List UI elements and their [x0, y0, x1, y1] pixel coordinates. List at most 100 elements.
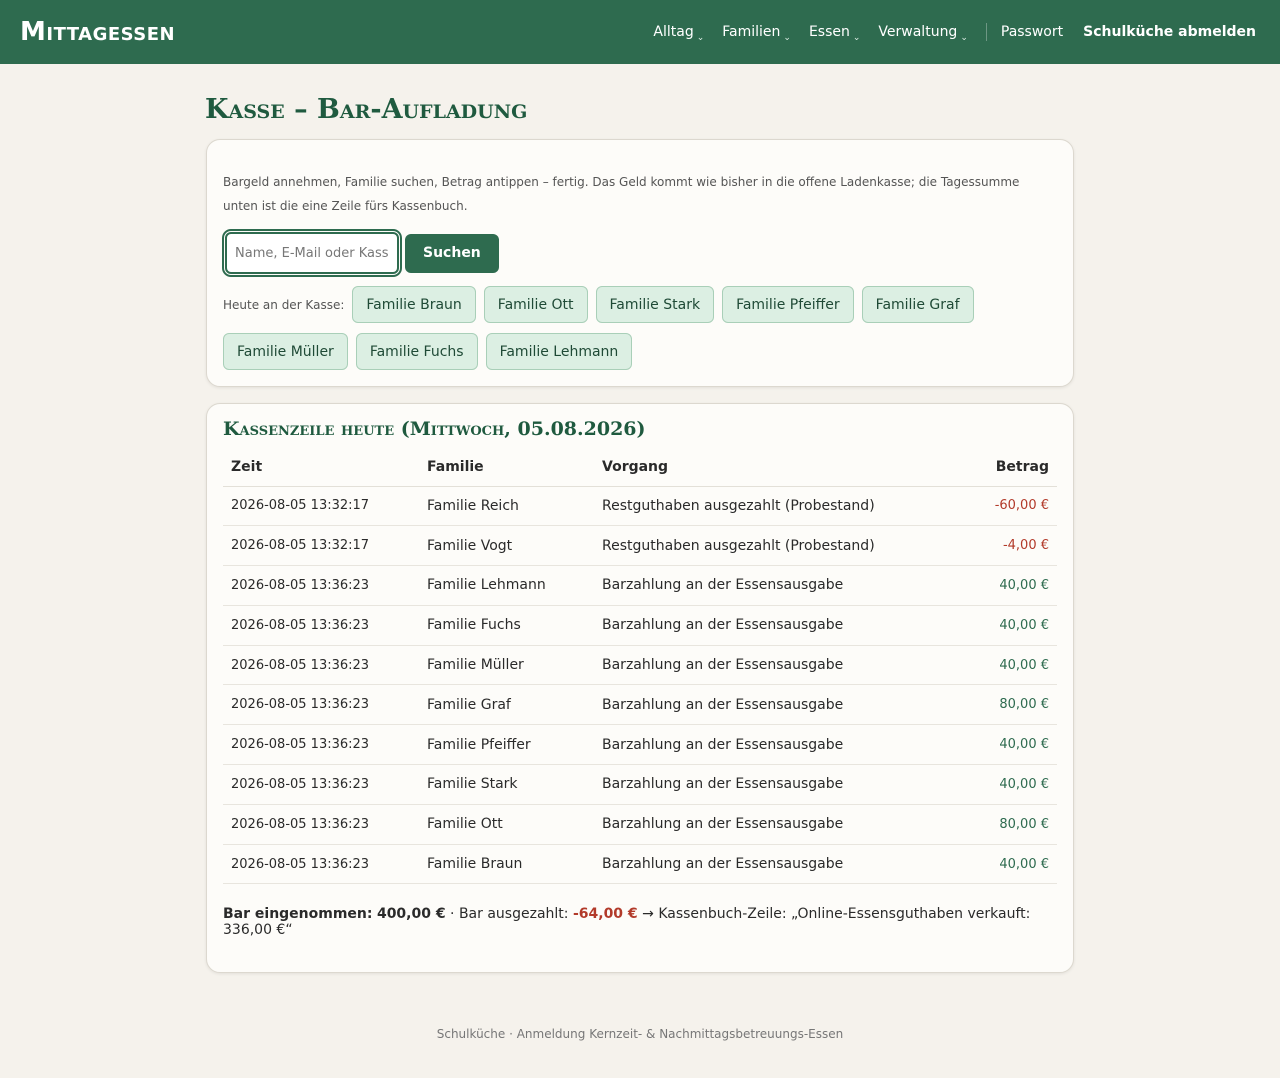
cell-amount: 40,00 € [937, 605, 1057, 646]
cell-time: 2026-08-05 13:36:23 [223, 764, 419, 805]
cell-action: Barzahlung an der Essensausgabe [594, 724, 937, 766]
cell-family: Familie Graf [419, 684, 594, 726]
chevron-down-icon: ⌄ [852, 33, 861, 43]
cell-time: 2026-08-05 13:36:23 [223, 605, 419, 646]
family-chip[interactable]: Familie Stark [595, 286, 715, 323]
family-chip[interactable]: Familie Pfeiffer [722, 286, 854, 323]
cell-family: Familie Braun [419, 844, 594, 885]
cell-action: Barzahlung an der Essensausgabe [594, 764, 937, 805]
table-row: 2026-08-05 13:36:23 Familie Graf Barzahl… [223, 684, 1057, 726]
col-header-action: Vorgang [594, 448, 937, 487]
cell-time: 2026-08-05 13:36:23 [223, 844, 419, 885]
page-footer: Schulküche · Anmeldung Kernzeit- & Nachm… [436, 1027, 844, 1041]
cell-time: 2026-08-05 13:32:17 [223, 525, 419, 567]
cell-family: Familie Müller [419, 645, 594, 686]
payout-value: -64,00 € [572, 906, 638, 923]
nav-familien[interactable]: Familien ⌄ [722, 24, 791, 43]
table-row: 2026-08-05 13:36:23 Familie Müller Barza… [223, 645, 1057, 686]
cell-amount: 40,00 € [937, 724, 1057, 766]
search-row: Suchen [222, 229, 1057, 277]
password-link[interactable]: Passwort [1001, 24, 1063, 40]
nav-label: Familien [722, 24, 781, 40]
cell-amount: 40,00 € [937, 645, 1057, 686]
ledger-card: Kassenzeile heute (Mittwoch, 05.08.2026)… [206, 403, 1074, 974]
cell-time: 2026-08-05 13:36:23 [223, 724, 419, 766]
table-row: 2026-08-05 13:36:23 Familie Pfeiffer Bar… [223, 724, 1057, 766]
family-chip[interactable]: Familie Braun [352, 286, 476, 323]
main-content: Kasse – Bar-Aufladung Bargeld annehmen, … [205, 64, 1074, 974]
family-chip[interactable]: Familie Fuchs [355, 333, 478, 370]
nav-verwaltung[interactable]: Verwaltung ⌄ [878, 24, 968, 43]
cell-amount: 40,00 € [937, 764, 1057, 805]
table-row: 2026-08-05 13:36:23 Familie Ott Barzahlu… [223, 804, 1057, 845]
table-row: 2026-08-05 13:36:23 Familie Stark Barzah… [223, 764, 1057, 805]
cell-amount: 40,00 € [937, 844, 1057, 885]
arrow-right-icon: → [642, 906, 654, 923]
cell-time: 2026-08-05 13:36:23 [223, 684, 419, 726]
nav-label: Verwaltung [878, 24, 958, 40]
cell-family: Familie Reich [419, 486, 594, 527]
nav-alltag[interactable]: Alltag ⌄ [653, 24, 705, 43]
nav-label: Essen [808, 24, 850, 40]
cell-action: Barzahlung an der Essensausgabe [594, 684, 937, 726]
income-value: 400,00 € [376, 906, 446, 923]
logout-link[interactable]: Schulküche abmelden [1083, 24, 1256, 40]
chevron-down-icon: ⌄ [696, 33, 705, 43]
chevron-down-icon: ⌄ [783, 33, 791, 43]
nav-divider [985, 23, 987, 41]
cell-action: Barzahlung an der Essensausgabe [594, 844, 937, 885]
ledger-table: Zeit Familie Vorgang Betrag 2026-08-05 1… [223, 448, 1057, 885]
main-nav: Alltag ⌄ Familien ⌄ Essen ⌄ Verwaltung ⌄… [635, 23, 1256, 43]
ledger-summary: Bar eingenommen: 400,00 € · Bar ausgezah… [223, 906, 1057, 938]
chevron-down-icon: ⌄ [960, 33, 968, 43]
cell-action: Barzahlung an der Essensausgabe [594, 804, 937, 845]
income-label: Bar eingenommen: [223, 906, 373, 923]
today-families: Heute an der Kasse: Familie Braun Famili… [223, 286, 1057, 370]
cell-amount: -4,00 € [937, 525, 1057, 567]
chips-label: Heute an der Kasse: [223, 297, 345, 312]
summary-separator: · [450, 906, 455, 923]
intro-text: Bargeld annehmen, Familie suchen, Betrag… [223, 175, 1020, 213]
cell-time: 2026-08-05 13:36:23 [223, 565, 419, 606]
cell-amount: -60,00 € [937, 486, 1057, 527]
cell-time: 2026-08-05 13:36:23 [223, 645, 419, 686]
top-navbar: Mittagessen Alltag ⌄ Familien ⌄ Essen ⌄ … [0, 0, 1280, 64]
family-chip[interactable]: Familie Ott [483, 286, 588, 323]
cell-family: Familie Ott [419, 804, 594, 845]
col-header-amount: Betrag [937, 448, 1057, 487]
table-header-row: Zeit Familie Vorgang Betrag [223, 448, 1057, 487]
cell-amount: 80,00 € [937, 684, 1057, 726]
cell-action: Restguthaben ausgezahlt (Probestand) [594, 486, 937, 527]
cell-family: Familie Lehmann [419, 565, 594, 606]
ledger-title: Kassenzeile heute (Mittwoch, 05.08.2026) [223, 418, 646, 440]
table-row: 2026-08-05 13:36:23 Familie Lehmann Barz… [223, 565, 1057, 606]
family-chip[interactable]: Familie Graf [861, 286, 974, 323]
cell-amount: 80,00 € [937, 804, 1057, 845]
family-chip[interactable]: Familie Müller [223, 333, 348, 370]
cash-search-card: Bargeld annehmen, Familie suchen, Betrag… [206, 139, 1074, 387]
search-input[interactable] [222, 229, 402, 277]
col-header-time: Zeit [223, 448, 419, 487]
cell-action: Barzahlung an der Essensausgabe [594, 565, 937, 606]
cell-family: Familie Fuchs [419, 605, 594, 646]
payout-label: Bar ausgezahlt: [458, 906, 569, 923]
cell-family: Familie Pfeiffer [419, 724, 594, 766]
nav-essen[interactable]: Essen ⌄ [808, 24, 861, 43]
table-row: 2026-08-05 13:36:23 Familie Braun Barzah… [223, 844, 1057, 885]
search-button[interactable]: Suchen [405, 233, 499, 273]
cell-family: Familie Vogt [419, 525, 594, 567]
cell-time: 2026-08-05 13:36:23 [223, 804, 419, 845]
table-row: 2026-08-05 13:32:17 Familie Reich Restgu… [223, 486, 1057, 527]
col-header-family: Familie [419, 448, 594, 487]
table-row: 2026-08-05 13:36:23 Familie Fuchs Barzah… [223, 605, 1057, 646]
cell-action: Barzahlung an der Essensausgabe [594, 645, 937, 686]
cell-amount: 40,00 € [937, 565, 1057, 606]
cell-action: Barzahlung an der Essensausgabe [594, 605, 937, 646]
brand-logo[interactable]: Mittagessen [20, 17, 175, 47]
family-chip[interactable]: Familie Lehmann [485, 333, 633, 370]
cell-time: 2026-08-05 13:32:17 [223, 486, 419, 527]
page-title: Kasse – Bar-Aufladung [205, 94, 528, 125]
table-row: 2026-08-05 13:32:17 Familie Vogt Restgut… [223, 525, 1057, 567]
cell-action: Restguthaben ausgezahlt (Probestand) [594, 525, 937, 567]
cell-family: Familie Stark [419, 764, 594, 805]
